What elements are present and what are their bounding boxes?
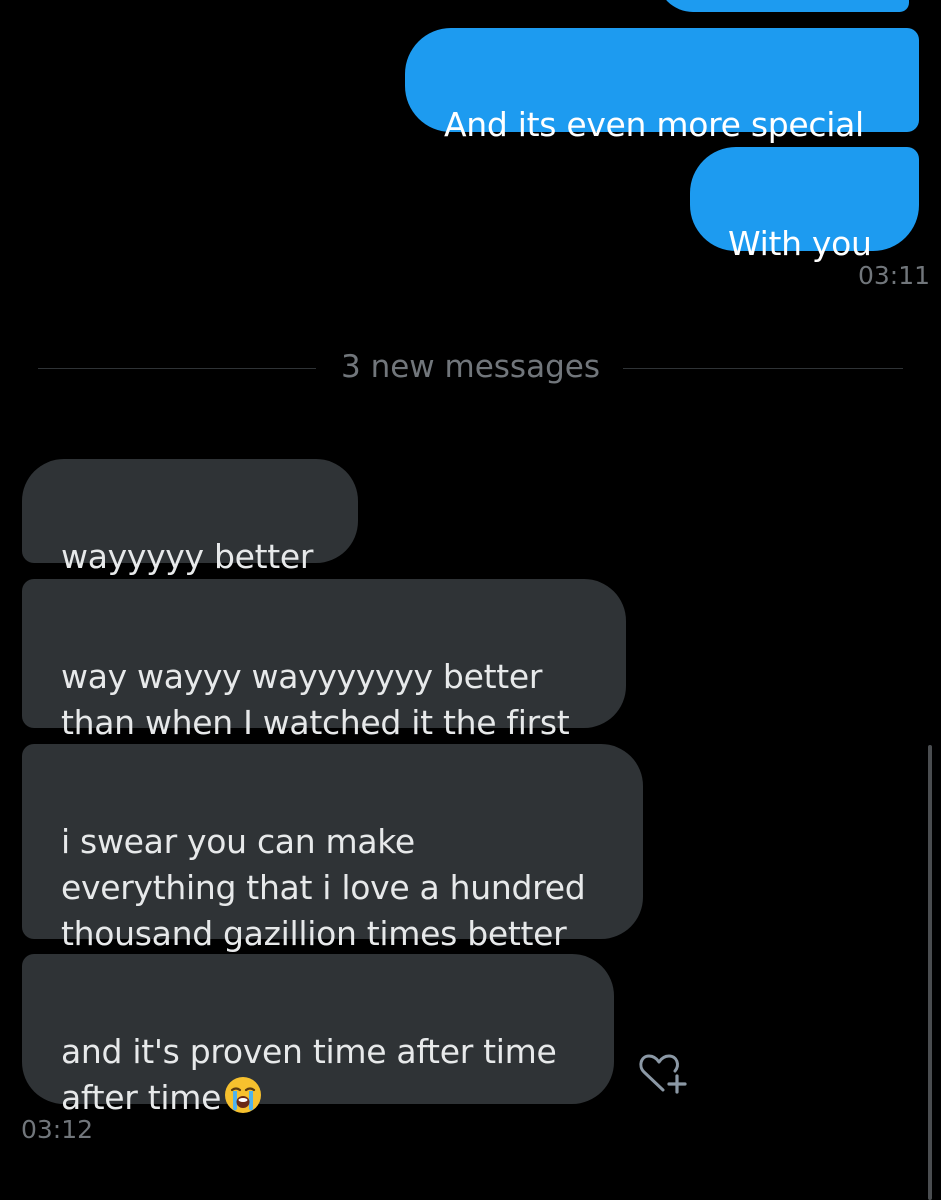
loudly-crying-face-icon bbox=[223, 1075, 263, 1115]
received-message-bubble[interactable]: wayyyyy better bbox=[22, 459, 358, 576]
sent-message-text: With you bbox=[728, 224, 872, 263]
received-message-text: and it's proven time after time after ti… bbox=[61, 1032, 557, 1117]
received-message-text: wayyyyy better bbox=[61, 537, 314, 576]
received-message-bubble[interactable]: i swear you can make everything that i l… bbox=[22, 744, 643, 953]
received-timestamp: 03:12 bbox=[21, 1115, 94, 1144]
new-messages-label: 3 new messages bbox=[341, 349, 600, 385]
sent-message-text: And its even more special bbox=[444, 105, 864, 144]
heart-plus-icon[interactable] bbox=[636, 1052, 692, 1096]
received-message-text: way wayyy wayyyyyyy better than when I w… bbox=[61, 657, 570, 742]
received-message-text: i swear you can make everything that i l… bbox=[61, 822, 586, 953]
sent-message-bubble-partial[interactable] bbox=[657, 0, 909, 12]
sent-message-bubble[interactable]: And its even more special bbox=[405, 28, 919, 144]
received-message-bubble[interactable]: way wayyy wayyyyyyy better than when I w… bbox=[22, 579, 626, 742]
scrollbar[interactable] bbox=[928, 745, 932, 1200]
sent-message-bubble[interactable]: With you bbox=[690, 147, 919, 263]
sent-timestamp: 03:11 bbox=[858, 261, 931, 290]
received-message-bubble[interactable]: and it's proven time after time after ti… bbox=[22, 954, 614, 1117]
